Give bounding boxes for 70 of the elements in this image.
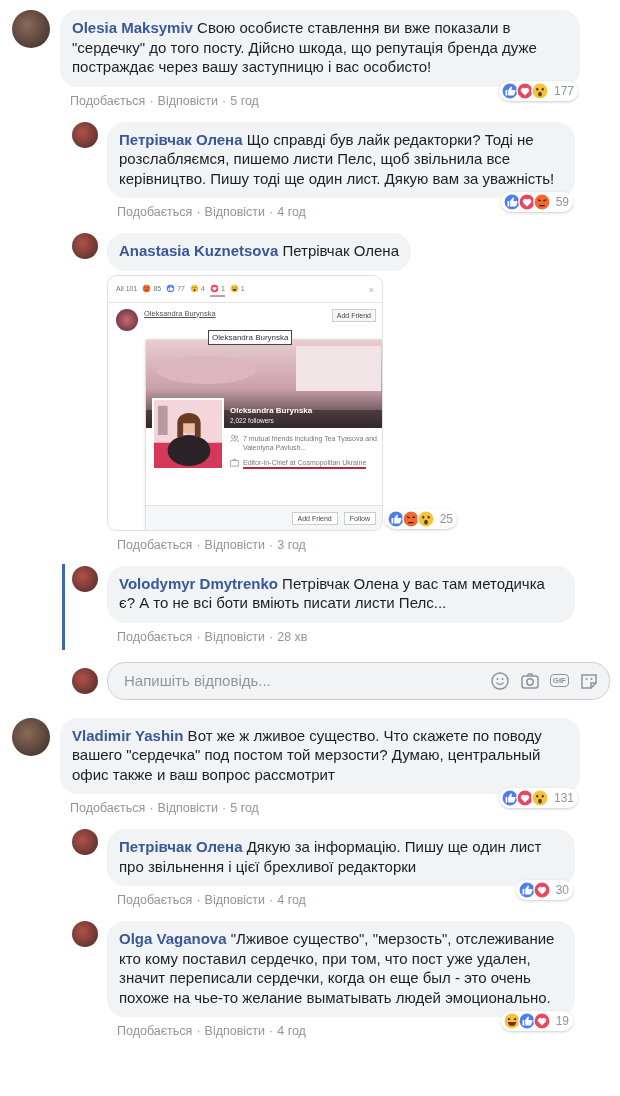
avatar xyxy=(116,308,138,331)
comment-bubble: Volodymyr Dmytrenko Петрівчак Олена у вас там методичка є? А то не всі боти вміють писати листи Пелс... xyxy=(107,565,575,623)
like-link[interactable]: Подобається xyxy=(117,629,193,644)
author-name[interactable]: Anastasia Kuznetsova xyxy=(119,242,279,259)
avatar[interactable] xyxy=(72,233,98,259)
comment-bubble: Anastasia Kuznetsova Петрівчак Олена xyxy=(107,233,411,271)
like-link[interactable]: Подобається xyxy=(117,1024,193,1038)
reaction-summary[interactable]: 30 xyxy=(515,880,573,900)
avatar[interactable] xyxy=(72,121,98,148)
separator-dot: · xyxy=(196,537,201,552)
timestamp[interactable]: 4 год xyxy=(277,893,306,907)
author-name[interactable]: Петрівчак Олена xyxy=(119,130,243,148)
separator-dot: · xyxy=(269,1024,274,1038)
author-name[interactable]: Петрівчак Олена xyxy=(119,838,243,855)
author-name[interactable]: Vladimir Yashin xyxy=(72,726,184,744)
reply-link[interactable]: Відповісти xyxy=(204,537,266,552)
author-name[interactable]: Olesia Maksymiv xyxy=(72,19,193,36)
people-icon xyxy=(230,433,239,443)
separator-dot: · xyxy=(149,801,154,815)
timestamp[interactable]: 3 год xyxy=(277,537,306,552)
gif-button[interactable]: GIF xyxy=(549,674,569,687)
comment-bubble: Olga Vaganova "Лживое существо", "мерзость", отслеживание кто кому поставил сердечко, при том, что пост уже удален, значит переписали сердечки, когда он еще был - это очень похоже на чье-то желание выматывать людей эмоционально. xyxy=(107,921,575,1017)
separator-dot: · xyxy=(269,629,274,644)
reply-link[interactable]: Відповісти xyxy=(204,893,266,907)
reply-input-field[interactable]: Напишіть відповідь... GIF xyxy=(107,661,610,700)
separator-dot: · xyxy=(196,893,201,907)
separator-dot: · xyxy=(269,537,274,552)
separator-dot: · xyxy=(269,205,274,219)
like-link[interactable]: Подобається xyxy=(117,893,193,907)
timestamp[interactable]: 5 год xyxy=(230,93,259,108)
separator-dot: · xyxy=(269,893,274,907)
author-name[interactable]: Olga Vaganova xyxy=(119,930,227,947)
separator-dot: · xyxy=(222,801,227,815)
comment-bubble: Петрівчак Олена Що справді був лайк редакторки? Тоді не розслабляємся, пишемо листи Пелс, щоб звільнила все керівництво. Пишу тоді ще один лист. Дякую вам за уважність! xyxy=(107,121,575,198)
separator-dot: · xyxy=(149,93,154,108)
reply-link[interactable]: Відповісти xyxy=(157,93,219,108)
like-link[interactable]: Подобається xyxy=(117,537,193,552)
like-link[interactable]: Подобається xyxy=(117,205,193,219)
reaction-summary[interactable]: 59 xyxy=(500,192,573,212)
reply-link[interactable]: Відповісти xyxy=(204,205,266,219)
briefcase-icon xyxy=(230,457,239,467)
separator-dot: · xyxy=(196,629,201,644)
emoji-icon[interactable] xyxy=(489,670,510,691)
camera-icon[interactable] xyxy=(519,670,540,691)
avatar[interactable] xyxy=(12,717,50,756)
avatar[interactable] xyxy=(72,829,98,855)
reaction-summary[interactable]: 19 xyxy=(500,1011,573,1031)
separator-dot: · xyxy=(196,205,201,219)
like-link[interactable]: Подобається xyxy=(70,93,146,108)
comment-bubble: Vladimir Yashin Вот же ж лживое существо. Что скажете по поводу вашего "сердечка" под постом той мерзости? Думаю, центральный офис также и ваш вопрос рассмотрит xyxy=(60,717,580,794)
reaction-summary[interactable]: 25 xyxy=(384,508,457,529)
avatar[interactable] xyxy=(72,565,98,592)
separator-dot: · xyxy=(222,93,227,108)
avatar[interactable] xyxy=(72,921,98,947)
close-button[interactable]: × xyxy=(368,285,374,295)
avatar[interactable] xyxy=(12,10,50,48)
timestamp[interactable]: 28 хв xyxy=(277,629,308,644)
author-name[interactable]: Volodymyr Dmytrenko xyxy=(119,574,278,592)
timestamp[interactable]: 4 год xyxy=(277,205,306,219)
like-link[interactable]: Подобається xyxy=(70,801,146,815)
reply-link[interactable]: Відповісти xyxy=(204,629,266,644)
reply-link[interactable]: Відповісти xyxy=(157,801,219,815)
separator-dot: · xyxy=(196,1024,201,1038)
comment-bubble: Петрівчак Олена Дякую за інформацію. Пишу ще один лист про звільнення і цієї брехливої редакторки xyxy=(107,829,575,886)
comment-bubble: Olesia Maksymiv Свою особисте ставлення ви вже показали в "сердечку" до того посту. Дійсно шкода, що репутація бренда дуже постраждає через вашу заступницю і вас особисто! xyxy=(60,10,580,87)
avatar xyxy=(72,667,98,694)
timestamp[interactable]: 4 год xyxy=(277,1024,306,1038)
reply-link[interactable]: Відповісти xyxy=(204,1024,266,1038)
reaction-summary[interactable]: 131 xyxy=(498,788,578,808)
timestamp[interactable]: 5 год xyxy=(230,801,259,815)
